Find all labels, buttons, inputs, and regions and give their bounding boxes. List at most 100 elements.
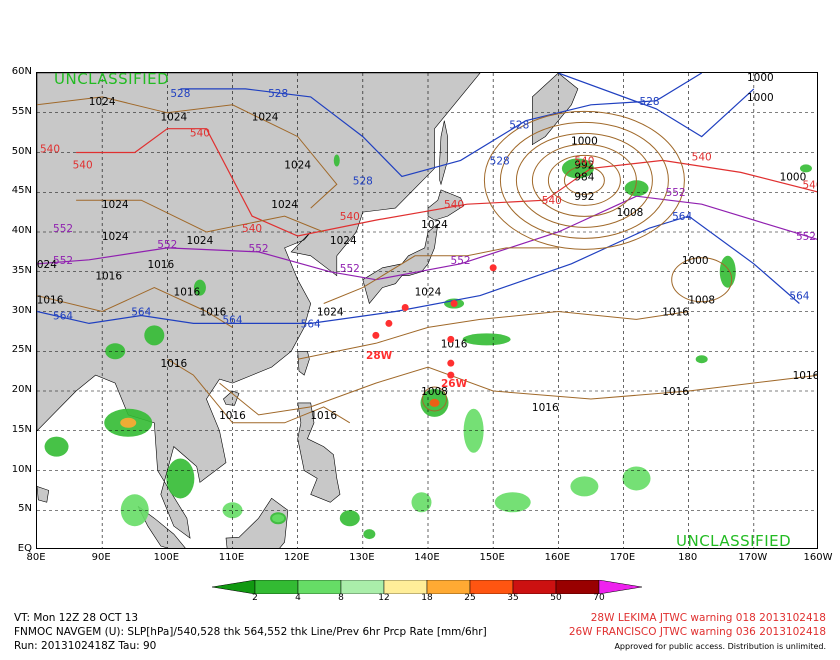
storm-label: 26W (441, 378, 468, 390)
contour-label-slp: 1000 (571, 136, 598, 148)
contour-label-slp: 1024 (317, 306, 344, 318)
contour-label-thk552: 552 (796, 231, 816, 243)
colorbar-tick-label: 35 (507, 593, 519, 603)
run-info: Run: 2013102418Z Tau: 90 (14, 640, 157, 652)
contour-label-thk540: 540 (73, 159, 93, 171)
colorbar-segment (469, 580, 514, 594)
contour-label-slp: 1024 (252, 112, 279, 124)
contour-label-thk564: 564 (672, 211, 692, 223)
storm-track-point (385, 319, 393, 327)
storm-label: 28W (366, 350, 393, 362)
classification-bottom: UNCLASSIFIED (676, 532, 792, 550)
lat-label: 35N (11, 264, 32, 276)
precip-cell (494, 492, 531, 513)
precip-cell (695, 355, 708, 364)
lon-label: 180 (678, 552, 698, 563)
colorbar-tick-label: 70 (593, 593, 605, 603)
contour-label-thk540: 540 (340, 211, 360, 223)
taiwan (297, 350, 310, 376)
contour-label-thk552: 552 (666, 187, 686, 199)
contour-label-thk540: 540 (574, 155, 594, 167)
contour-label-slp: 1016 (532, 402, 559, 414)
lat-label: 60N (11, 66, 32, 77)
colorbar-tick-label: 2 (252, 593, 258, 603)
precip-cell (411, 492, 432, 513)
colorbar-segment (297, 580, 342, 594)
colorbar-segment (340, 580, 385, 594)
contour-label-slp: 984 (574, 171, 594, 183)
precip-colorbar (212, 580, 642, 594)
colorbar-tick-label: 4 (295, 593, 301, 603)
lon-label: 170W (738, 552, 768, 563)
contour-label-slp: 1016 (662, 386, 689, 398)
contour-label-thk552: 552 (157, 239, 177, 251)
contour-label-thk528: 528 (170, 88, 190, 100)
contour-label-thk528: 528 (640, 96, 660, 108)
contour-label-slp: 1016 (95, 271, 122, 283)
contour-label-slp: 1000 (747, 73, 774, 84)
weather-map: 1024 1024 1024 1024 1024 1024 1024 1024 1024 1024… (36, 72, 818, 549)
colorbar-segment (598, 580, 642, 594)
contour-label-slp: 1024 (160, 112, 187, 124)
colorbar-tick-label: 25 (464, 593, 476, 603)
contour-label-slp: 1008 (688, 295, 715, 307)
map-svg: 1024 1024 1024 1024 1024 1024 1024 1024 1024 1024… (37, 73, 818, 548)
contour-label-slp: 1000 (682, 255, 709, 267)
contour-label-thk540: 540 (242, 223, 262, 235)
lon-label: 160W (803, 552, 833, 563)
contour-label-thk552: 552 (53, 223, 73, 235)
contour-label-slp: 992 (574, 191, 594, 203)
contour-label-slp: 1024 (415, 287, 442, 299)
storm-track-point (401, 304, 409, 312)
contour-label-thk564: 564 (222, 314, 242, 326)
contour-label-slp: 1016 (37, 295, 64, 307)
warning-26w: 26W FRANCISCO JTWC warning 036 201310241… (568, 626, 826, 638)
contour-label-thk528: 528 (490, 155, 510, 167)
lon-label: 170E (609, 552, 636, 563)
lon-label: 160E (544, 552, 571, 563)
precip-cell (333, 154, 340, 167)
contour-label-slp: 1024 (89, 96, 116, 108)
asia-landmass (37, 73, 481, 539)
model-description: FNMOC NAVGEM (U): SLP[hPa]/540,528 thk 5… (14, 626, 487, 638)
contour-label-slp: 1024 (284, 159, 311, 171)
warning-28w: 28W LEKIMA JTWC warning 018 2013102418 (590, 612, 826, 624)
lon-label: 110E (218, 552, 245, 563)
precip-cell (120, 417, 137, 428)
contour-label-thk564: 564 (301, 318, 321, 330)
lon-label: 150E (479, 552, 505, 563)
lon-label: 90E (91, 552, 111, 563)
storm-track-point (447, 359, 455, 367)
lat-label: 50N (11, 145, 32, 157)
precip-cell (363, 529, 376, 540)
contour-label-slp: 1016 (147, 259, 174, 271)
contour-label-thk552: 552 (340, 263, 360, 275)
precip-cell (339, 510, 360, 527)
lat-label: 45N (11, 185, 32, 197)
colorbar-tick-label: 8 (338, 593, 344, 603)
contour-label-slp: 1024 (421, 219, 448, 231)
precip-cell (166, 458, 195, 499)
storm-track-point (447, 335, 455, 343)
lat-label: 40N (11, 225, 32, 236)
contour-label-slp: 1016 (793, 370, 818, 382)
contour-label-thk540: 540 (542, 195, 562, 207)
contour-label-thk528: 528 (509, 120, 529, 132)
storm-track-point (372, 331, 380, 339)
storm-track-point (450, 300, 458, 308)
lat-label: 10N (11, 463, 32, 475)
contour-label-thk552: 552 (53, 255, 73, 267)
colorbar-tick-label: 18 (421, 593, 433, 603)
contour-label-thk540: 540 (444, 199, 464, 211)
precip-cell (462, 333, 511, 346)
lon-label: 130E (349, 552, 375, 563)
contour-label-slp: 1016 (662, 306, 689, 318)
contour-label-thk564: 564 (131, 306, 151, 318)
contour-label-slp: 1000 (747, 92, 774, 104)
precip-cell (622, 466, 651, 491)
contour-label-slp: 1016 (219, 410, 246, 422)
contour-label-slp: 1024 (271, 199, 298, 211)
valid-time: VT: Mon 12Z 28 OCT 13 (14, 612, 139, 624)
precip-cell (44, 436, 69, 457)
contour-label-thk528: 528 (353, 175, 373, 187)
